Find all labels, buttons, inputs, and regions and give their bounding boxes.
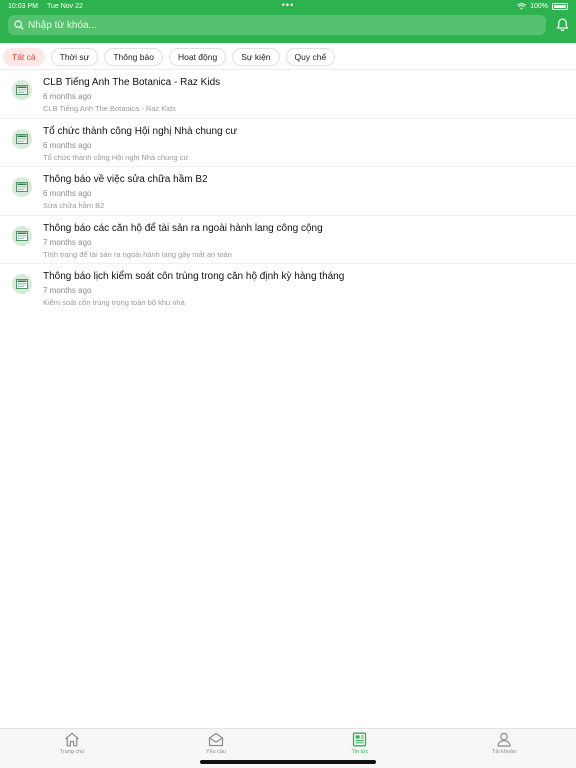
news-title: Thông báo về việc sửa chữa hầm B2 xyxy=(43,174,208,185)
tab-label: Tài khoản xyxy=(491,749,517,755)
news-item[interactable]: Thông báo về việc sửa chữa hầm B2 6 mont… xyxy=(0,167,576,216)
news-title: CLB Tiếng Anh The Botanica - Raz Kids xyxy=(43,77,221,88)
news-thumbnail-icon xyxy=(12,225,32,246)
news-time: 6 months ago xyxy=(43,140,92,150)
news-item[interactable]: Tổ chức thành công Hội nghị Nhà chung cư… xyxy=(0,119,576,167)
news-summary: CLB Tiếng Anh The Botanica - Raz Kids xyxy=(43,104,176,113)
news-item[interactable]: CLB Tiếng Anh The Botanica - Raz Kids 6 … xyxy=(0,70,576,119)
news-summary: Tình trạng để tài sản ra ngoài hành lang… xyxy=(43,249,232,259)
tab-label: Trang chủ xyxy=(59,749,85,755)
news-time: 7 months ago xyxy=(43,286,92,295)
user-icon xyxy=(497,732,511,747)
news-item[interactable]: Thông báo lịch kiểm soát côn trùng trong… xyxy=(0,264,576,313)
news-thumbnail-icon xyxy=(12,128,32,149)
tab-label: Tin tức xyxy=(351,749,369,755)
news-item[interactable]: Thông báo các căn hộ để tài sản ra ngoài… xyxy=(0,216,576,264)
news-title: Thông báo các căn hộ để tài sản ra ngoài… xyxy=(43,222,323,234)
filter-chip-regulations[interactable]: Quy chế xyxy=(285,48,336,66)
mail-icon xyxy=(208,732,224,747)
search-input[interactable] xyxy=(28,19,508,31)
home-icon xyxy=(65,732,79,747)
newspaper-icon xyxy=(352,732,367,747)
search-icon xyxy=(14,20,24,30)
tab-label: Yêu cầu xyxy=(205,749,227,755)
tab-account[interactable]: Tài khoản xyxy=(432,729,576,768)
news-summary: Tổ chức thành công Hội nghị Nhà chung cư xyxy=(43,152,189,162)
tab-home[interactable]: Trang chủ xyxy=(0,729,144,768)
search-bar[interactable] xyxy=(8,15,546,35)
news-time: 6 months ago xyxy=(43,92,92,101)
filter-chip-all[interactable]: Tất cả xyxy=(3,48,45,66)
bell-icon[interactable] xyxy=(556,18,569,32)
wifi-icon xyxy=(517,3,527,10)
header xyxy=(0,13,576,43)
status-date: Tue Nov 22 xyxy=(46,3,83,10)
news-title: Thông báo lịch kiểm soát côn trùng trong… xyxy=(43,271,345,282)
news-summary: Sửa chữa hầm B2 xyxy=(43,201,105,210)
filter-chip-events[interactable]: Sự kiện xyxy=(232,48,280,66)
status-time: 10:03 PM xyxy=(8,3,38,10)
multitasking-dots[interactable]: ••• xyxy=(282,0,294,10)
battery-percent: 100% xyxy=(530,3,548,10)
news-thumbnail-icon xyxy=(12,80,32,100)
category-filters: Tất cả Thời sự Thông báo Hoạt động Sự ki… xyxy=(0,46,576,68)
news-time: 6 months ago xyxy=(43,189,92,198)
news-list: CLB Tiếng Anh The Botanica - Raz Kids 6 … xyxy=(0,70,576,313)
battery-icon xyxy=(552,3,568,10)
news-time: 7 months ago xyxy=(43,237,92,247)
status-bar: 10:03 PM Tue Nov 22 ••• 100% xyxy=(0,0,576,13)
news-thumbnail-icon xyxy=(12,177,32,197)
filter-chip-announcements[interactable]: Thông báo xyxy=(104,48,163,66)
filter-chip-activities[interactable]: Hoạt động xyxy=(168,48,227,66)
news-summary: Kiểm soát côn trùng trọng toàn bộ khu nh… xyxy=(43,298,185,307)
news-thumbnail-icon xyxy=(12,274,32,294)
home-indicator[interactable] xyxy=(200,760,376,764)
news-title: Tổ chức thành công Hội nghị Nhà chung cư xyxy=(43,125,238,137)
filter-chip-current-affairs[interactable]: Thời sự xyxy=(50,48,99,66)
